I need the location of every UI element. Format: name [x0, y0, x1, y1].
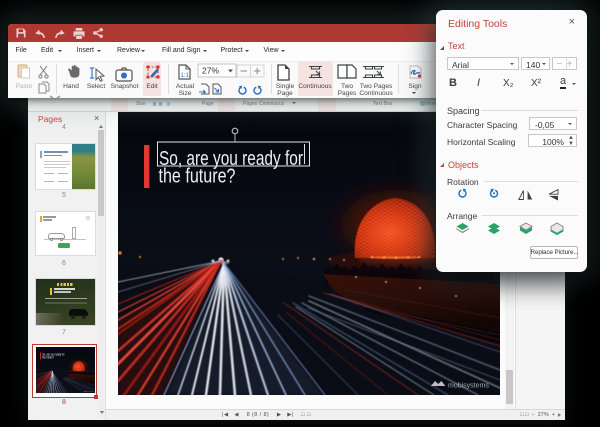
svg-text:27%: 27%: [202, 66, 219, 76]
svg-text:1:1: 1:1: [181, 73, 190, 79]
